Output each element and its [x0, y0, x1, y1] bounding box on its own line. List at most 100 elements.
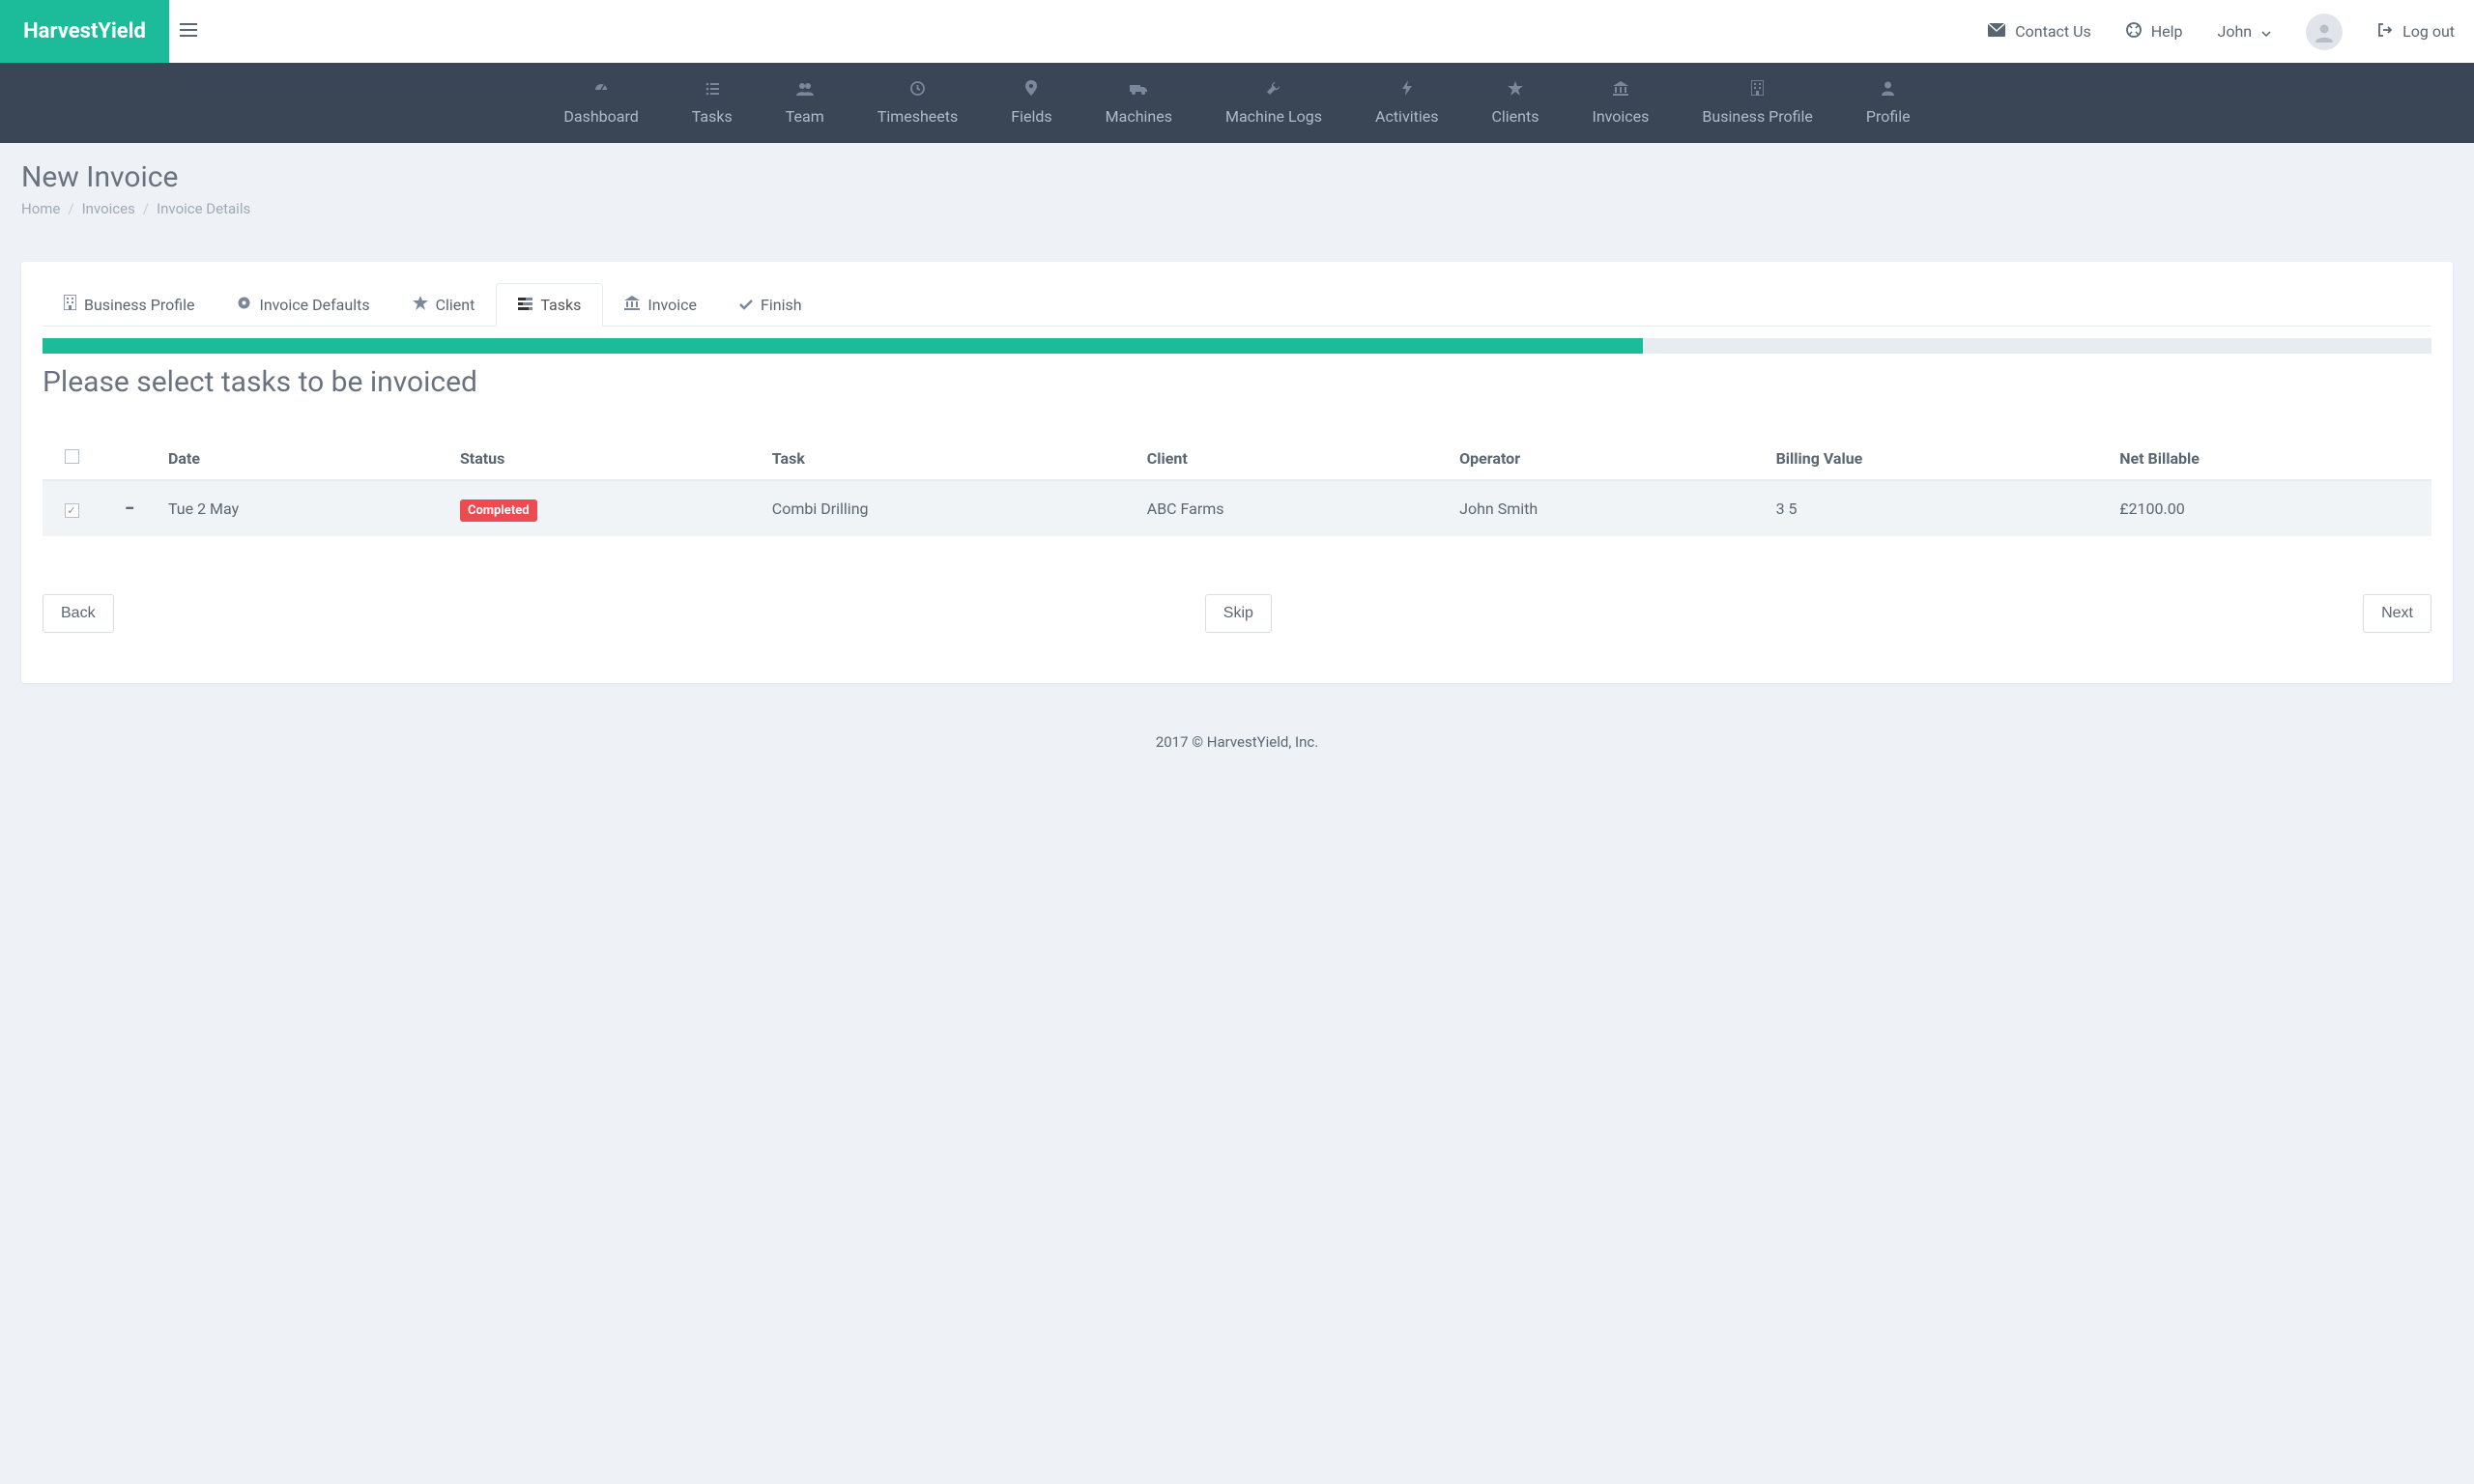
- pin-icon: [1025, 80, 1037, 100]
- nav-timesheets[interactable]: Timesheets: [877, 81, 958, 126]
- nav-label: Machines: [1106, 107, 1172, 126]
- cell-task: Combi Drilling: [762, 480, 1137, 536]
- gear-icon: [237, 296, 251, 314]
- wizard-tab-label: Client: [436, 296, 475, 314]
- cell-date: Tue 2 May: [158, 480, 450, 536]
- avatar[interactable]: [2306, 14, 2343, 50]
- nav-team[interactable]: Team: [786, 81, 824, 126]
- check-icon: [739, 296, 753, 314]
- star-icon: [1508, 81, 1523, 100]
- wrench-icon: [1266, 81, 1280, 100]
- nav-machine-logs[interactable]: Machine Logs: [1225, 81, 1322, 126]
- clock-icon: [910, 81, 925, 100]
- nav-label: Activities: [1375, 107, 1438, 126]
- col-date: Date: [158, 438, 450, 480]
- user-name: John: [2218, 22, 2253, 41]
- list-icon: [705, 81, 719, 100]
- nav-label: Business Profile: [1702, 107, 1812, 126]
- logout-link[interactable]: Log out: [2377, 22, 2455, 42]
- progress-bar-fill: [43, 338, 1643, 354]
- wizard-tab-client[interactable]: Client: [391, 283, 497, 326]
- next-button[interactable]: Next: [2363, 594, 2431, 633]
- dashboard-icon: [593, 81, 609, 100]
- user-icon: [1882, 81, 1894, 100]
- nav-label: Fields: [1011, 107, 1051, 126]
- cell-net-billable: £2100.00: [2110, 480, 2431, 536]
- col-status: Status: [450, 438, 762, 480]
- progress-bar-track: [43, 338, 2431, 354]
- skip-button[interactable]: Skip: [1205, 594, 1272, 633]
- row-checkbox[interactable]: ✓: [65, 503, 79, 518]
- star-icon: [413, 296, 428, 314]
- nav-dashboard[interactable]: Dashboard: [563, 81, 638, 126]
- breadcrumb: Home/Invoices/Invoice Details: [21, 200, 2453, 217]
- cell-billing-value: 3 5: [1767, 480, 2111, 536]
- help-label: Help: [2151, 22, 2183, 41]
- wizard-tab-label: Invoice Defaults: [259, 296, 369, 314]
- cell-operator: John Smith: [1450, 480, 1766, 536]
- nav-activities[interactable]: Activities: [1375, 80, 1438, 126]
- nav-label: Dashboard: [563, 107, 638, 126]
- nav-label: Machine Logs: [1225, 107, 1322, 126]
- users-icon: [796, 81, 814, 100]
- page-footer: 2017 © HarvestYield, Inc.: [0, 704, 2474, 780]
- menu-toggle-icon[interactable]: [169, 23, 208, 41]
- nav-label: Tasks: [692, 107, 733, 126]
- table-row: ✓ − Tue 2 May Completed Combi DrillingABC Fa…: [43, 480, 2431, 536]
- contact-us-link[interactable]: Contact Us: [1988, 22, 2091, 41]
- building-icon: [64, 295, 76, 314]
- wizard-tab-label: Business Profile: [84, 296, 194, 314]
- tasks-icon: [518, 296, 532, 314]
- help-link[interactable]: Help: [2126, 22, 2183, 42]
- wizard-tab-business-profile[interactable]: Business Profile: [43, 283, 216, 326]
- bank-icon: [1613, 81, 1628, 100]
- col-client: Client: [1137, 438, 1450, 480]
- brand-logo[interactable]: HarvestYield: [0, 0, 169, 63]
- nav-label: Clients: [1491, 107, 1539, 126]
- nav-machines[interactable]: Machines: [1106, 81, 1172, 126]
- page-title: New Invoice: [21, 160, 2453, 194]
- logout-label: Log out: [2402, 22, 2455, 41]
- wizard-tab-invoice-defaults[interactable]: Invoice Defaults: [216, 283, 390, 326]
- breadcrumb-invoices[interactable]: Invoices: [82, 200, 135, 217]
- nav-label: Timesheets: [877, 107, 958, 126]
- wizard-tab-tasks[interactable]: Tasks: [496, 283, 603, 327]
- nav-invoices[interactable]: Invoices: [1592, 81, 1649, 126]
- status-badge: Completed: [460, 499, 537, 522]
- nav-fields[interactable]: Fields: [1011, 80, 1051, 126]
- col-operator: Operator: [1450, 438, 1766, 480]
- wizard-tab-label: Finish: [761, 296, 802, 314]
- building-icon: [1751, 80, 1764, 100]
- col-c1: [101, 438, 158, 480]
- expand-toggle[interactable]: −: [125, 499, 134, 519]
- wizard-tab-label: Invoice: [647, 296, 697, 314]
- nav-business-profile[interactable]: Business Profile: [1702, 80, 1812, 126]
- help-icon: [2126, 22, 2142, 42]
- nav-profile[interactable]: Profile: [1866, 81, 1911, 126]
- nav-label: Team: [786, 107, 824, 126]
- tasks-table: DateStatusTaskClientOperatorBilling Valu…: [43, 438, 2431, 536]
- topbar: HarvestYield Contact Us Help John: [0, 0, 2474, 63]
- user-menu[interactable]: John: [2218, 22, 2272, 41]
- select-all-checkbox[interactable]: [65, 449, 79, 464]
- section-heading: Please select tasks to be invoiced: [43, 365, 2431, 399]
- page-header: New Invoice Home/Invoices/Invoice Detail…: [0, 143, 2474, 241]
- truck-icon: [1130, 81, 1147, 100]
- nav-clients[interactable]: Clients: [1491, 81, 1539, 126]
- breadcrumb-invoice-details[interactable]: Invoice Details: [157, 200, 250, 217]
- contact-us-label: Contact Us: [2015, 22, 2091, 41]
- cell-client: ABC Farms: [1137, 480, 1450, 536]
- breadcrumb-home[interactable]: Home: [21, 200, 60, 217]
- chevron-down-icon: [2261, 22, 2271, 41]
- wizard-tab-invoice[interactable]: Invoice: [603, 283, 718, 326]
- nav-tasks[interactable]: Tasks: [692, 81, 733, 126]
- nav-label: Profile: [1866, 107, 1911, 126]
- user-icon: [2314, 21, 2335, 43]
- wizard-tabs: Business Profile Invoice Defaults Client Ta…: [43, 283, 2431, 327]
- back-button[interactable]: Back: [43, 594, 114, 633]
- main-nav: Dashboard Tasks Team Timesheets Fields Machin…: [0, 63, 2474, 143]
- wizard-tab-finish[interactable]: Finish: [718, 283, 823, 326]
- col-task: Task: [762, 438, 1137, 480]
- envelope-icon: [1988, 22, 2005, 41]
- bank-icon: [624, 296, 640, 314]
